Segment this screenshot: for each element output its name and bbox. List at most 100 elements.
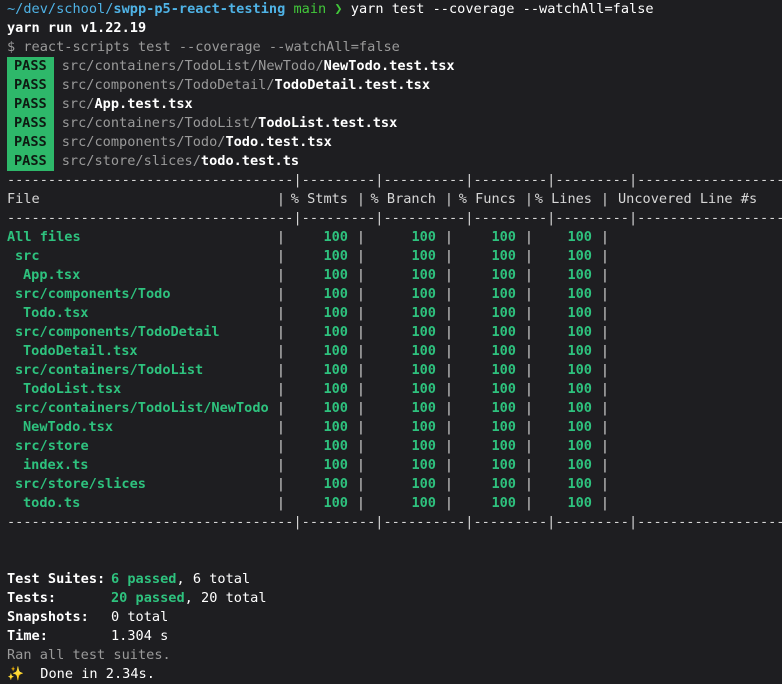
column-separator: |	[276, 286, 286, 302]
row-file-name: src/components/TodoDetail	[15, 324, 220, 340]
uncovered-lines	[610, 456, 760, 475]
uncovered-lines	[610, 380, 760, 399]
column-separator: |	[524, 343, 534, 359]
column-separator: |	[276, 400, 286, 416]
script-line: $ react-scripts test --coverage --watchA…	[7, 39, 400, 55]
coverage-value: 100	[491, 419, 516, 435]
summary-snapshots: Snapshots: 0 total	[7, 608, 782, 627]
coverage-value: 100	[567, 324, 592, 340]
column-separator: |	[276, 495, 286, 511]
row-file-name: Todo.tsx	[23, 305, 89, 321]
summary-tests: Tests: 20 passed, 20 total	[7, 589, 782, 608]
pass-line: PASS src/containers/TodoList/NewTodo/NewT…	[7, 57, 782, 76]
column-separator: |	[276, 362, 286, 378]
row-file-name: TodoDetail.tsx	[23, 343, 138, 359]
coverage-value: 100	[411, 362, 436, 378]
coverage-value: 100	[491, 400, 516, 416]
coverage-value: 100	[491, 229, 516, 245]
column-separator: |	[444, 381, 454, 397]
table-border: -----------------------------------|----…	[7, 172, 782, 188]
pass-file: Todo.test.tsx	[225, 134, 332, 150]
pass-line: PASS src/App.test.tsx	[7, 95, 782, 114]
coverage-value: 100	[491, 476, 516, 492]
coverage-value: 100	[491, 343, 516, 359]
pass-badge: PASS	[7, 133, 54, 152]
coverage-value: 100	[567, 229, 592, 245]
pass-file: App.test.tsx	[94, 96, 193, 112]
pass-file: TodoList.test.tsx	[258, 115, 398, 131]
uncovered-lines	[610, 304, 760, 323]
column-separator: |	[276, 191, 286, 207]
coverage-value: 100	[411, 381, 436, 397]
tests-label: Tests:	[7, 590, 57, 606]
column-separator: |	[276, 324, 286, 340]
coverage-value: 100	[567, 248, 592, 264]
column-separator: |	[356, 305, 366, 321]
uncovered-lines	[610, 494, 760, 513]
column-separator: |	[444, 495, 454, 511]
coverage-value: 100	[491, 381, 516, 397]
column-separator: |	[356, 286, 366, 302]
coverage-value: 100	[323, 495, 348, 511]
column-separator: |	[600, 343, 610, 359]
column-separator: |	[276, 343, 286, 359]
uncovered-lines	[610, 247, 760, 266]
pass-line: PASS src/components/TodoDetail/TodoDetail…	[7, 76, 782, 95]
coverage-value: 100	[491, 305, 516, 321]
coverage-value: 100	[567, 343, 592, 359]
column-separator: |	[276, 248, 286, 264]
coverage-value: 100	[323, 419, 348, 435]
pass-badge: PASS	[7, 114, 54, 133]
column-separator: |	[356, 457, 366, 473]
column-separator: |	[356, 248, 366, 264]
table-row: src | 100 | 100 | 100 | 100 |	[7, 247, 782, 266]
column-separator: |	[276, 457, 286, 473]
pass-file: todo.test.ts	[200, 153, 300, 169]
table-row: src/store/slices | 100 | 100 | 100 | 100 |	[7, 475, 782, 494]
coverage-value: 100	[567, 457, 592, 473]
command-text[interactable]: yarn test --coverage --watchAll=false	[351, 1, 654, 17]
coverage-value: 100	[323, 438, 348, 454]
uncovered-lines	[610, 266, 760, 285]
coverage-value: 100	[411, 343, 436, 359]
column-separator: |	[444, 419, 454, 435]
pass-dir: src/components/TodoDetail/	[61, 77, 275, 93]
row-file-name: index.ts	[23, 457, 89, 473]
coverage-value: 100	[411, 476, 436, 492]
column-separator: |	[524, 438, 534, 454]
pass-line: PASS src/store/slices/todo.test.ts	[7, 152, 782, 171]
coverage-value: 100	[411, 419, 436, 435]
terminal-window: ~/dev/school/swpp-p5-react-testing main …	[0, 0, 782, 682]
coverage-table: -----------------------------------|----…	[7, 171, 782, 532]
coverage-value: 100	[323, 248, 348, 264]
coverage-value: 100	[567, 286, 592, 302]
coverage-value: 100	[567, 476, 592, 492]
coverage-value: 100	[567, 400, 592, 416]
coverage-value: 100	[411, 286, 436, 302]
column-separator: |	[524, 229, 534, 245]
column-separator: |	[600, 324, 610, 340]
coverage-value: 100	[323, 343, 348, 359]
pass-dir: src/containers/TodoList/NewTodo/	[61, 58, 324, 74]
coverage-value: 100	[567, 305, 592, 321]
tests-total: , 20 total	[184, 590, 267, 606]
coverage-value: 100	[491, 457, 516, 473]
column-separator: |	[524, 381, 534, 397]
column-separator: |	[356, 191, 366, 207]
table-row: App.tsx | 100 | 100 | 100 | 100 |	[7, 266, 782, 285]
yarn-version-line: yarn run v1.22.19	[7, 20, 147, 36]
coverage-value: 100	[323, 324, 348, 340]
pass-file: TodoDetail.test.tsx	[274, 77, 431, 93]
column-separator: |	[276, 476, 286, 492]
uncovered-lines	[610, 342, 760, 361]
column-separator: |	[444, 343, 454, 359]
table-row: src/containers/TodoList | 100 | 100 | 100 | 100 |	[7, 361, 782, 380]
summary-time: Time: 1.304 s	[7, 627, 782, 646]
row-file-name: App.tsx	[23, 267, 81, 283]
suites-total: , 6 total	[176, 571, 251, 587]
column-separator: |	[356, 381, 366, 397]
coverage-value: 100	[323, 457, 348, 473]
table-row: src/store | 100 | 100 | 100 | 100 |	[7, 437, 782, 456]
table-row: TodoList.tsx | 100 | 100 | 100 | 100 |	[7, 380, 782, 399]
column-separator: |	[356, 438, 366, 454]
